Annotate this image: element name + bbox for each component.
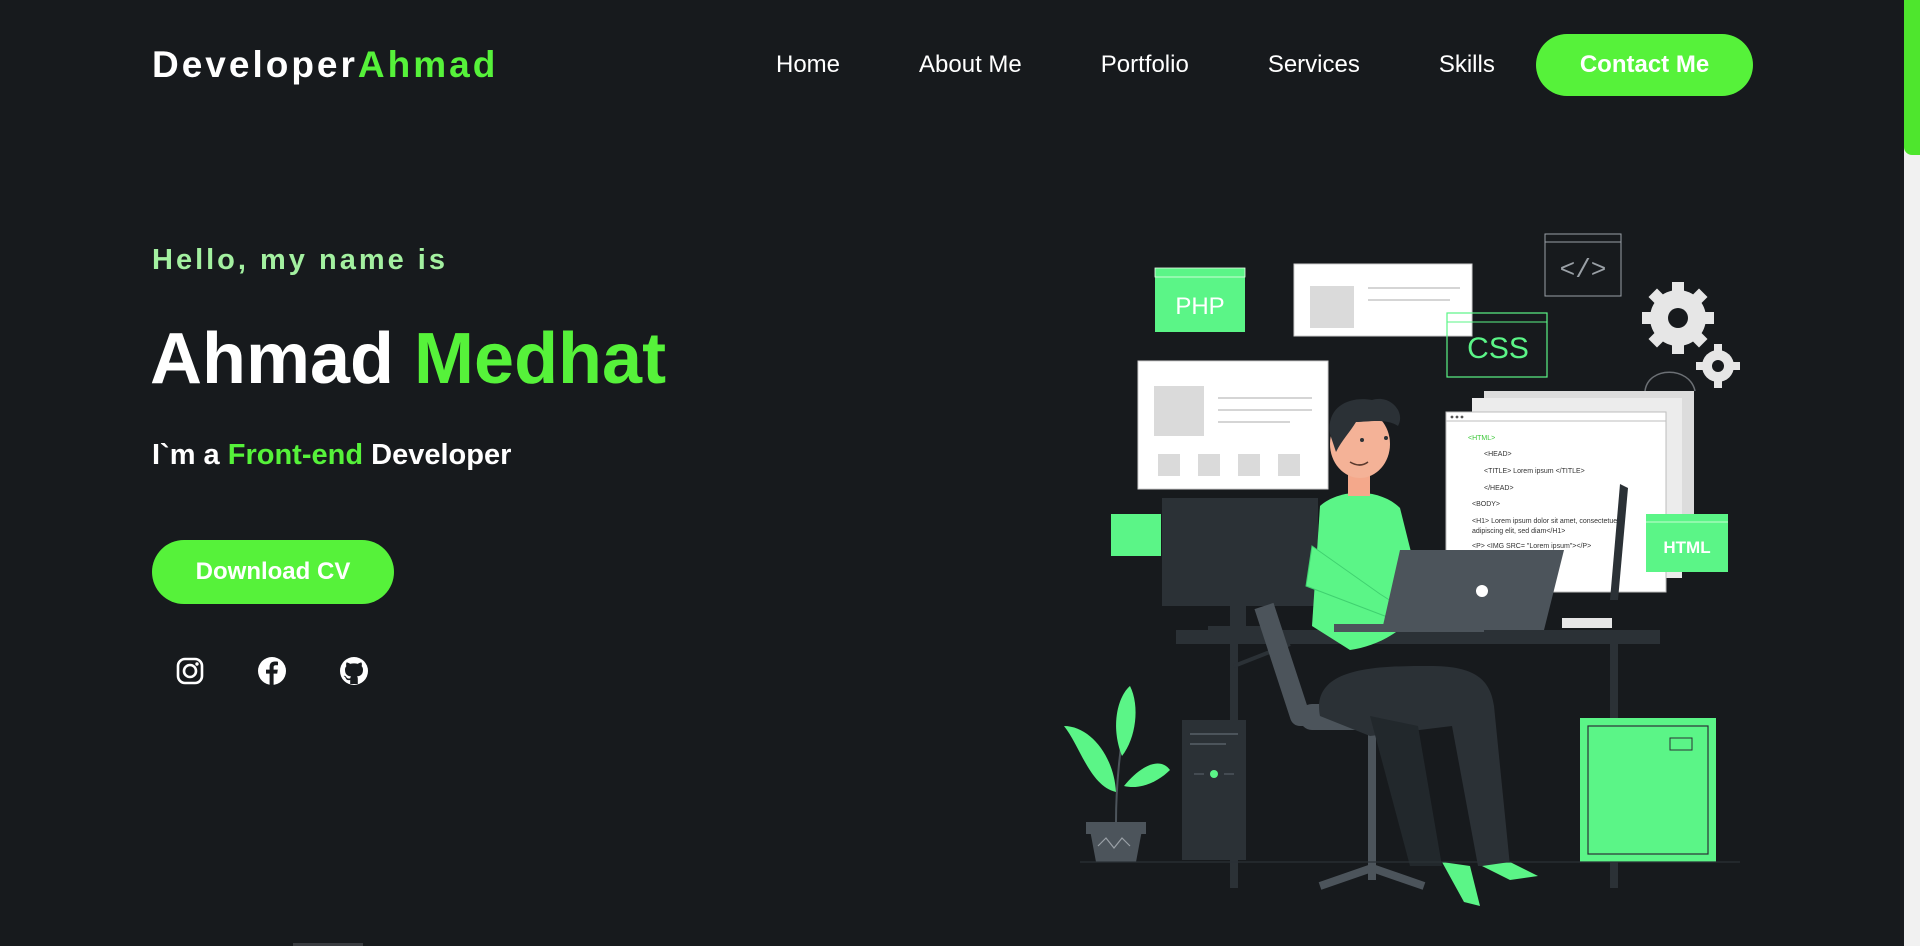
code-line-3: <TITLE> Lorem ipsum </TITLE> [1484, 468, 1585, 475]
contact-me-button[interactable]: Contact Me [1536, 34, 1753, 96]
role-accent: Front-end [227, 439, 364, 471]
social-links [174, 655, 420, 687]
hero-greeting: Hello, my name is [152, 244, 448, 276]
role-suffix: Developer [371, 439, 512, 471]
main-nav: Home About Me Portfolio Services Skills [776, 34, 1495, 96]
green-cabinet [1580, 718, 1716, 862]
hero-first-name: Ahmad [150, 319, 395, 399]
plant [1064, 686, 1170, 862]
css-label: CSS [1467, 332, 1529, 365]
role-prefix: I`m a [152, 439, 220, 471]
php-label: PHP [1175, 293, 1224, 320]
nav-portfolio[interactable]: Portfolio [1101, 51, 1189, 79]
code-line-4: </HEAD> [1484, 485, 1514, 492]
developer-illustration: PHP </> CSS <HTML> <HEAD> <TITLE> Lorem … [1050, 226, 1750, 916]
browser-window-left [1137, 360, 1329, 490]
code-line-8: <P> <IMG SRC= "Lorem ipsum"></P> [1472, 543, 1591, 550]
download-cv-button[interactable]: Download CV [152, 540, 394, 604]
hero-name: Ahmad Medhat [150, 318, 666, 400]
nav-skills[interactable]: Skills [1439, 51, 1495, 79]
monitor [1162, 498, 1318, 634]
pc-tower [1182, 720, 1246, 860]
code-line-7: adipiscing elit, sed diam</H1> [1472, 528, 1565, 535]
nav-services[interactable]: Services [1268, 51, 1360, 79]
illustration-svg: PHP </> CSS <HTML> <HEAD> <TITLE> Lorem … [1064, 233, 1740, 906]
github-icon[interactable] [338, 655, 370, 687]
site-header: DeveloperAhmad Home About Me Portfolio S… [0, 0, 1904, 130]
nav-home[interactable]: Home [776, 51, 840, 79]
html-label: HTML [1663, 538, 1710, 557]
php-badge: PHP [1154, 267, 1246, 332]
small-green-window [1111, 514, 1161, 556]
code-tag-window: </> [1544, 233, 1622, 297]
code-line-5: <BODY> [1472, 501, 1500, 508]
code-line-6: <H1> Lorem ipsum dolor sit amet, consect… [1472, 518, 1620, 525]
hero-role: I`m a Front-end Developer [152, 439, 511, 472]
logo-main: Developer [152, 44, 358, 85]
logo-accent: Ahmad [357, 44, 499, 85]
facebook-icon[interactable] [256, 655, 288, 687]
code-line-1: <HTML> [1468, 435, 1495, 442]
logo[interactable]: DeveloperAhmad [152, 44, 498, 86]
html-badge: HTML [1646, 514, 1728, 572]
gears-icon [1642, 282, 1740, 392]
code-line-2: <HEAD> [1484, 451, 1512, 458]
image-placeholder-top [1310, 286, 1354, 328]
nav-about-me[interactable]: About Me [919, 51, 1022, 79]
hero-last-name: Medhat [414, 319, 667, 399]
instagram-icon[interactable] [174, 655, 206, 687]
code-tag-label: </> [1560, 255, 1607, 285]
scrollbar-thumb[interactable] [1904, 0, 1920, 155]
